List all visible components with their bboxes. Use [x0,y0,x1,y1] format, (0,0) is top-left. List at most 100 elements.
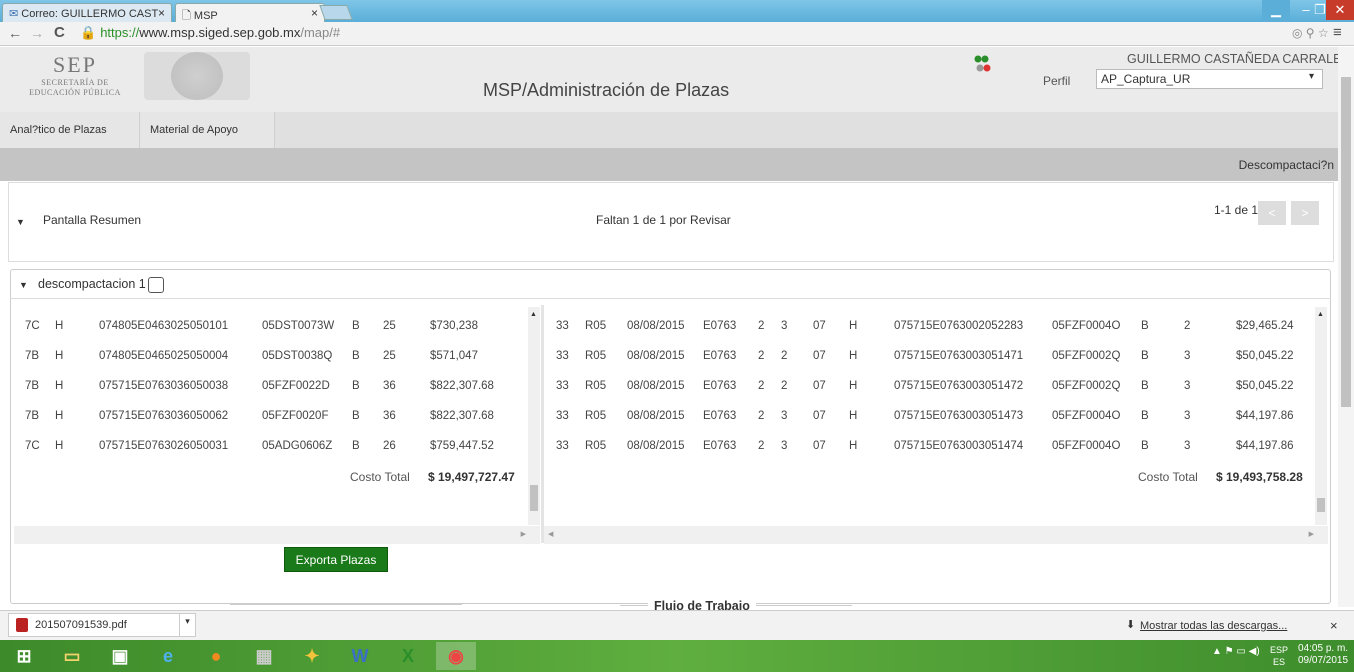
table-cell: E0763 [703,380,737,392]
table-cell: B [352,350,360,362]
url-host: www.msp.siged.sep.gob.mx [139,25,301,40]
scroll-left-icon[interactable]: ◀ [548,530,553,538]
menu-analitico[interactable]: Anal?tico de Plazas [0,112,140,148]
panel-checkbox[interactable] [148,277,164,293]
close-icon[interactable]: × [311,6,318,20]
chevron-down-icon[interactable]: ▾ [179,614,195,636]
app-icon[interactable]: ✦ [294,642,330,670]
table-row[interactable]: 7C H 075715E0763026050031 05ADG0606Z B 26 $759… [18,431,526,461]
page-scrollbar[interactable] [1338,47,1354,607]
tab-msp[interactable]: 🗋 MSP × [175,3,325,22]
clock[interactable]: 04:05 p. m. 09/07/2015 [1298,643,1348,667]
extension-icons[interactable]: ◎ ⚲ ☆ [1292,26,1329,40]
table-cell: $822,307.68 [430,380,494,392]
left-vscroll[interactable]: ▲ [528,307,540,525]
table-cell: 075715E0763002052283 [894,320,1024,332]
table-row[interactable]: 33 R05 08/08/2015 E0763 2 3 07 H 075715E07630030… [545,401,1313,431]
table-cell: 33 [556,350,569,362]
chevron-down-icon: ▾ [1308,71,1314,82]
right-plazas-table: 33 R05 08/08/2015 E0763 2 3 07 H 075715E07630020… [545,305,1313,545]
table-cell: H [849,440,858,452]
right-vscroll[interactable]: ▲ [1315,307,1327,525]
left-plazas-table: 7C H 074805E0463025050101 05DST0073W B 25 $730… [18,305,526,545]
table-row[interactable]: 7B H 075715E0763036050038 05FZF0022D B 36 $822… [18,371,526,401]
scroll-up-icon[interactable]: ▲ [1317,311,1324,318]
scroll-up-icon[interactable]: ▲ [530,311,537,318]
table-cell: H [849,410,858,422]
menu-icon[interactable]: ≡ [1333,24,1342,41]
table-cell: 2 [781,350,788,362]
forward-icon[interactable]: → [30,25,44,41]
table-cell: B [352,320,360,332]
table-row[interactable]: 7B H 074805E0465025050004 05DST0038Q B 25 $571… [18,341,526,371]
close-icon[interactable]: × [158,6,165,20]
scroll-right-icon[interactable]: ▶ [1309,530,1314,538]
table-cell: E0763 [703,320,737,332]
url-field[interactable]: 🔒 https://www.msp.siged.sep.gob.mx/map/# [80,25,340,41]
table-cell: 08/08/2015 [627,440,685,452]
menu-material[interactable]: Material de Apoyo [140,112,275,148]
back-icon[interactable]: ← [8,25,22,41]
right-hscroll[interactable]: ◀ ▶ [544,526,1328,544]
table-cell: 075715E0763003051472 [894,380,1024,392]
next-page-button[interactable]: > [1291,201,1319,225]
exporta-plazas-button[interactable]: Exporta Plazas [284,547,388,572]
file-explorer-icon[interactable]: ▭ [54,642,90,670]
table-cell: 33 [556,320,569,332]
table-cell: 075715E0763036050062 [99,410,229,422]
close-window-button[interactable]: ✕ [1326,0,1354,20]
table-cell: H [55,350,64,362]
close-icon[interactable]: × [1330,618,1338,633]
excel-icon[interactable]: X [390,642,426,670]
table-cell: 33 [556,440,569,452]
panel-header [10,269,1331,299]
prev-page-button[interactable]: < [1258,201,1286,225]
table-cell: H [849,320,858,332]
table-row[interactable]: 33 R05 08/08/2015 E0763 2 3 07 H 075715E07630020… [545,311,1313,341]
table-row[interactable]: 7B H 075715E0763036050062 05FZF0020F B 36 $822… [18,401,526,431]
download-icon: ⬇ [1126,619,1136,631]
user-name: GUILLERMO CASTAÑEDA CARRALES [1127,52,1350,66]
table-cell: 07 [813,410,826,422]
tab-correo[interactable]: ✉ Correo: GUILLERMO CAST × [2,3,172,22]
caret-down-icon[interactable]: ▼ [16,217,25,227]
table-cell: $730,238 [430,320,478,332]
windows-start-icon[interactable]: ⊞ [6,642,42,670]
language-indicator[interactable]: ESP ES [1270,644,1288,668]
table-cell: 3 [1184,440,1191,452]
table-cell: E0763 [703,410,737,422]
new-tab-button[interactable] [319,5,353,20]
table-cell: 05FZF0004O [1052,320,1121,332]
table-cell: 08/08/2015 [627,380,685,392]
download-item[interactable]: 201507091539.pdf ▾ [8,613,196,637]
national-seal-image [144,52,250,100]
internet-explorer-icon[interactable]: e [150,642,186,670]
perfil-select[interactable]: AP_Captura_UR ▾ [1096,69,1323,89]
page-icon: 🗋 [182,10,194,22]
store-icon[interactable]: ▣ [102,642,138,670]
clock-time: 04:05 p. m. [1298,643,1349,654]
table-cell: 3 [781,410,788,422]
minimize-icon[interactable]: ▁ [1262,0,1290,20]
caret-down-icon[interactable]: ▼ [19,280,28,290]
scroll-right-icon[interactable]: ▶ [521,530,526,538]
table-cell: 3 [1184,380,1191,392]
reload-icon[interactable]: C [54,24,65,41]
table-row[interactable]: 33 R05 08/08/2015 E0763 2 3 07 H 075715E07630030… [545,431,1313,461]
left-hscroll[interactable]: ▶ [14,526,540,544]
sep-logo[interactable]: SEP SECRETARÍA DE EDUCACIÓN PÚBLICA [20,52,130,98]
word-icon[interactable]: W [342,642,378,670]
table-cell: H [849,350,858,362]
chrome-icon[interactable]: ◉ [436,642,476,670]
firefox-icon[interactable]: ● [198,642,234,670]
system-tray-icons[interactable]: ▲ ⚑ ▭ ◀) [1212,646,1260,657]
show-all-downloads-link[interactable]: Mostrar todas las descargas... [1140,620,1287,632]
resumen-label[interactable]: Pantalla Resumen [43,213,141,227]
table-row[interactable]: 33 R05 08/08/2015 E0763 2 2 07 H 075715E07630030… [545,341,1313,371]
table-cell: R05 [585,380,607,392]
calculator-icon[interactable]: ▦ [246,642,282,670]
table-row[interactable]: 33 R05 08/08/2015 E0763 2 2 07 H 075715E07630030… [545,371,1313,401]
table-row[interactable]: 7C H 074805E0463025050101 05DST0073W B 25 $730… [18,311,526,341]
table-cell: H [849,380,858,392]
descompactacion-link[interactable]: Descompactaci?n [1239,158,1334,172]
